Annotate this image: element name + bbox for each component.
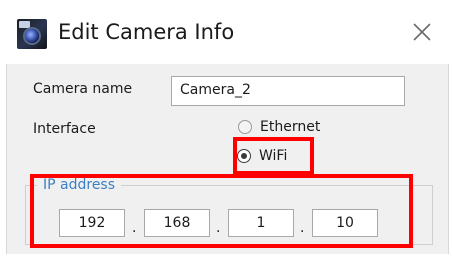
ip-octet-1-field[interactable]: 192	[59, 209, 125, 237]
ip-address-legend: IP address	[37, 177, 122, 193]
radio-wifi-label: WiFi	[259, 148, 288, 164]
camera-name-field[interactable]: Camera_2	[171, 76, 405, 106]
interface-label: Interface	[33, 121, 96, 137]
dialog-body: Camera name Camera_2 Interface Ethernet …	[6, 64, 449, 254]
camera-app-icon	[17, 19, 47, 49]
close-icon[interactable]	[410, 20, 434, 44]
window-title: Edit Camera Info	[58, 20, 235, 44]
radio-wifi-circle[interactable]	[237, 149, 251, 163]
ip-octet-4-field[interactable]: 10	[312, 209, 378, 237]
radio-wifi[interactable]: WiFi	[237, 148, 287, 164]
radio-ethernet-label: Ethernet	[260, 119, 321, 135]
ip-octet-2-field[interactable]: 168	[144, 209, 210, 237]
ip-separator: .	[132, 220, 137, 236]
radio-ethernet[interactable]: Ethernet	[238, 119, 320, 135]
ip-octet-3-field[interactable]: 1	[228, 209, 294, 237]
title-bar: Edit Camera Info	[0, 0, 453, 62]
ip-separator: .	[300, 220, 305, 236]
camera-name-label: Camera name	[33, 81, 133, 97]
radio-ethernet-circle[interactable]	[238, 120, 252, 134]
ip-separator: .	[216, 220, 221, 236]
